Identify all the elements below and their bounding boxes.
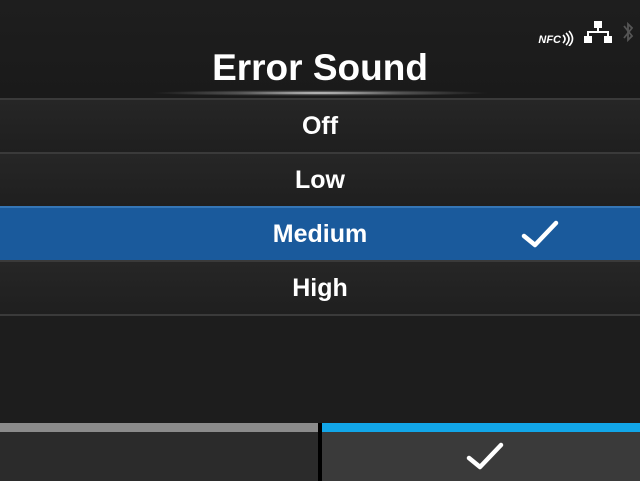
network-icon — [584, 21, 612, 48]
option-medium[interactable]: Medium — [0, 206, 640, 260]
nfc-label: NFC — [538, 33, 561, 46]
status-icons: NFC — [538, 20, 634, 49]
nfc-icon: NFC — [538, 24, 574, 46]
option-high[interactable]: High — [0, 260, 640, 314]
printer-settings-screen: NFC Error Sound Off Low Medium High — [0, 0, 640, 481]
confirm-button[interactable] — [322, 423, 640, 481]
checkmark-icon — [466, 442, 504, 470]
option-label: Medium — [272, 220, 368, 248]
checkmark-icon — [521, 220, 559, 248]
title-underline-glow — [150, 90, 490, 96]
divider — [0, 314, 640, 316]
confirm-button-bar — [322, 423, 640, 432]
back-button-bar — [0, 423, 318, 432]
option-list: Off Low Medium High — [0, 98, 640, 316]
option-label: Off — [301, 112, 339, 140]
option-off[interactable]: Off — [0, 98, 640, 152]
back-button[interactable] — [0, 423, 318, 481]
footer — [0, 423, 640, 481]
header: NFC Error Sound — [0, 0, 640, 98]
page-title: Error Sound — [212, 47, 428, 88]
option-label: High — [292, 274, 348, 302]
option-label: Low — [295, 166, 345, 194]
option-low[interactable]: Low — [0, 152, 640, 206]
bluetooth-icon — [622, 20, 634, 49]
